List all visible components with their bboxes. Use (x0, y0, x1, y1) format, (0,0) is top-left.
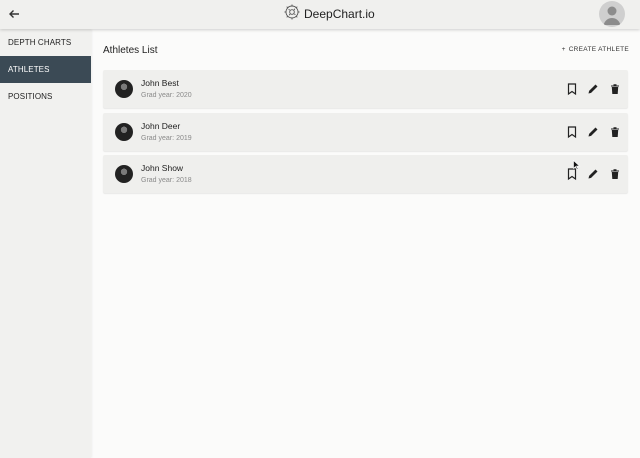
pencil-icon[interactable] (586, 125, 600, 139)
athlete-grad-year: Grad year: 2018 (141, 177, 192, 184)
app-title: DeepChart.io (304, 7, 375, 21)
athlete-photo (115, 80, 133, 98)
top-app-bar: DeepChart.io (0, 0, 640, 29)
athlete-name: John Best (141, 78, 179, 88)
athlete-photo (115, 123, 133, 141)
sidebar-item-athletes[interactable]: ATHLETES (0, 56, 91, 83)
athlete-photo (115, 165, 133, 183)
bookmark-icon[interactable] (565, 82, 579, 96)
list-item[interactable]: John Show Grad year: 2018 (103, 155, 628, 193)
athlete-grad-year: Grad year: 2019 (141, 135, 192, 142)
arrow-left-icon[interactable] (6, 6, 22, 22)
list-item[interactable]: John Best Grad year: 2020 (103, 70, 628, 108)
pencil-icon[interactable] (586, 167, 600, 181)
pencil-icon[interactable] (586, 82, 600, 96)
sidebar-item-depth-charts[interactable]: DEPTH CHARTS (0, 29, 91, 56)
athlete-name: John Deer (141, 121, 181, 131)
create-athlete-label: CREATE ATHLETE (568, 46, 629, 53)
user-avatar-icon[interactable] (599, 1, 625, 27)
brand: DeepChart.io (283, 4, 375, 24)
mouse-cursor-icon (573, 157, 581, 170)
plus-icon: + (561, 46, 566, 53)
athlete-grad-year: Grad year: 2020 (141, 92, 192, 99)
trash-icon[interactable] (608, 82, 622, 96)
athlete-name: John Show (141, 163, 184, 173)
trash-icon[interactable] (608, 125, 622, 139)
bookmark-icon[interactable] (565, 125, 579, 139)
list-item[interactable]: John Deer Grad year: 2019 (103, 113, 628, 151)
trash-icon[interactable] (608, 167, 622, 181)
gear-logo-icon (283, 3, 301, 26)
main-content: Athletes List + CREATE ATHLETE John Best … (91, 29, 640, 458)
sidebar-item-positions[interactable]: POSITIONS (0, 83, 91, 110)
create-athlete-button[interactable]: + CREATE ATHLETE (562, 46, 629, 53)
sidebar: DEPTH CHARTS ATHLETES POSITIONS (0, 29, 91, 458)
page-title: Athletes List (103, 45, 158, 56)
